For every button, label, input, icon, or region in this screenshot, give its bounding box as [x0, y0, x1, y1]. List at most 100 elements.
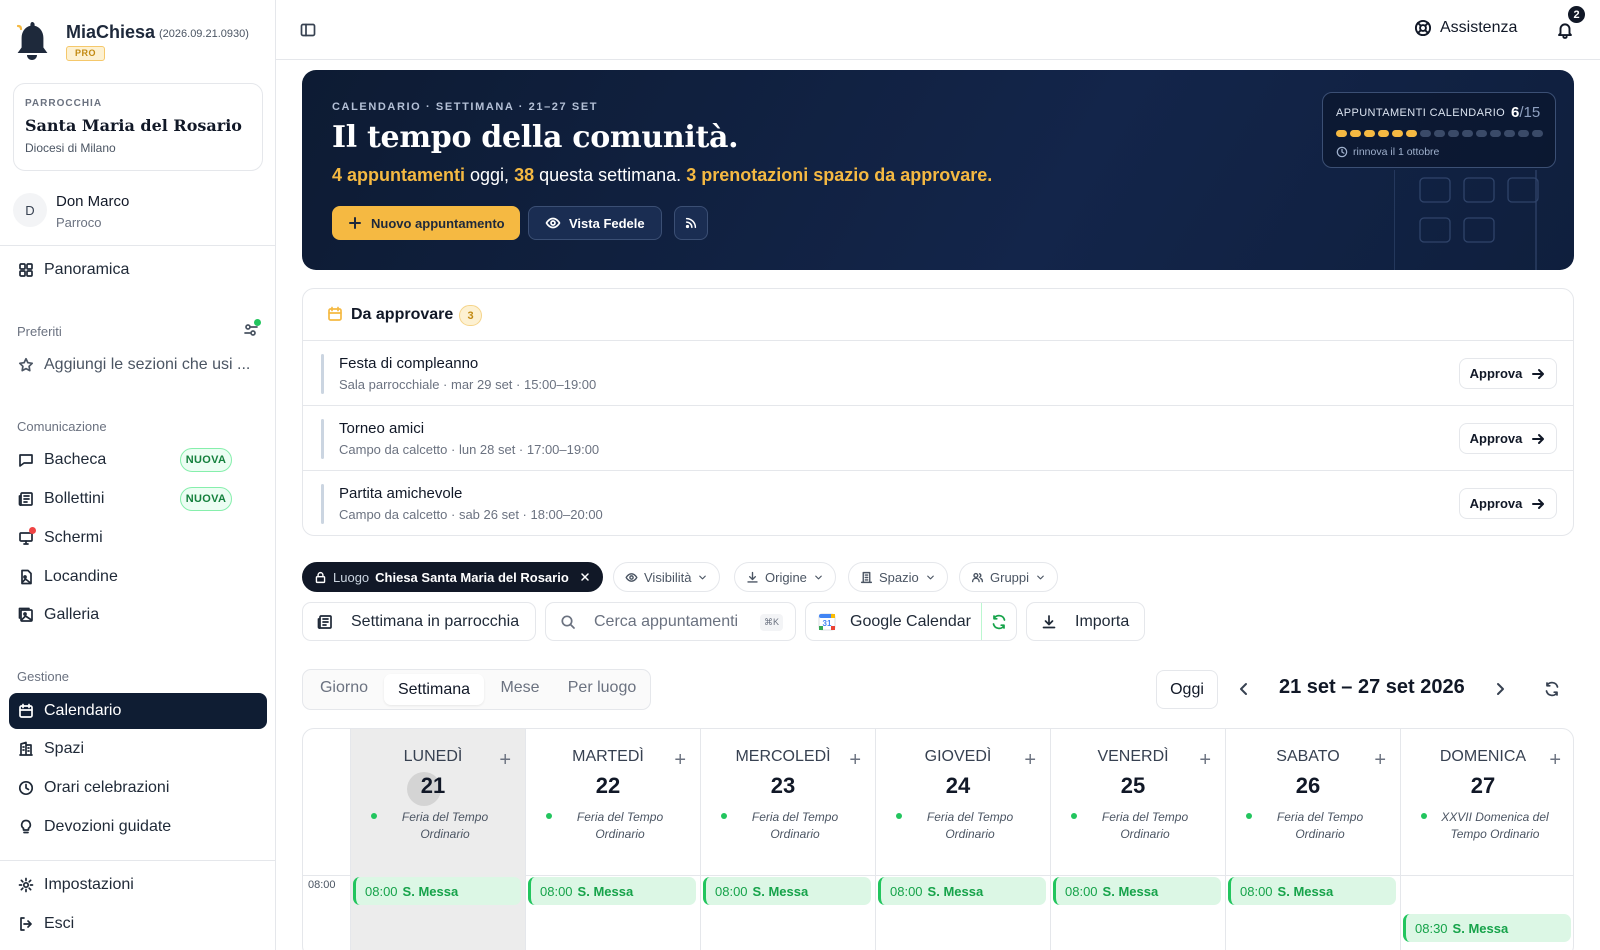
close-icon[interactable] [579, 571, 591, 583]
tab-settimana[interactable]: Settimana [384, 674, 484, 705]
approval-detail: Campo da calcetto · lun 28 set · 17:00–1… [339, 442, 600, 457]
day-column[interactable]: MARTEDÌ 22 + Feria del Tempo Ordinario [525, 729, 700, 950]
clock-icon [18, 780, 34, 796]
rss-button[interactable] [674, 206, 708, 240]
groups-filter-chip[interactable]: Gruppi [959, 562, 1059, 592]
building-icon [860, 571, 873, 584]
sidebar-item-label: Bacheca [44, 451, 107, 468]
approvals-count-badge: 3 [459, 305, 482, 326]
google-calendar-button[interactable]: 31 Google Calendar [805, 602, 1017, 641]
button-label: Approva [1469, 496, 1523, 511]
origin-filter-chip[interactable]: Origine [734, 562, 836, 592]
hero-summary: 4 appuntamenti oggi, 38 questa settimana… [332, 165, 992, 186]
grid-icon [18, 262, 34, 278]
approval-row[interactable]: Torneo amici Campo da calcetto · lun 28 … [303, 405, 1573, 470]
add-event-button[interactable]: + [1549, 749, 1561, 772]
button-label: Settimana in parrocchia [351, 612, 520, 630]
tab-mese[interactable]: Mese [489, 679, 551, 697]
parish-card[interactable]: PARROCCHIA Santa Maria del Rosario Dioce… [13, 83, 263, 171]
quota-label: APPUNTAMENTI CALENDARIO [1336, 107, 1506, 119]
button-label: Approva [1469, 366, 1523, 381]
topbar: Assistenza 2 [276, 0, 1600, 60]
calendar-event[interactable]: 08:00 S. Messa [528, 877, 696, 905]
message-square-icon [18, 452, 34, 468]
tab-per-luogo[interactable]: Per luogo [559, 679, 645, 697]
liturgical-day: Feria del Tempo Ordinario [1276, 810, 1364, 841]
week-count: 38 [514, 165, 535, 185]
calendar-event[interactable]: 08:00 S. Messa [1228, 877, 1396, 905]
add-event-button[interactable]: + [1374, 749, 1386, 772]
sidebar-item-orari[interactable]: Orari celebrazioni [9, 770, 267, 806]
hero-title: Il tempo della comunità. [332, 120, 739, 155]
calendar-event[interactable]: 08:30 S. Messa [1403, 914, 1571, 942]
day-column[interactable]: GIOVEDÌ 24 + Feria del Tempo Ordinario [875, 729, 1050, 950]
day-number: 22 [595, 773, 621, 798]
clock-icon [1336, 146, 1348, 158]
today-button[interactable]: Oggi [1156, 670, 1218, 709]
sidebar-item-label: Calendario [44, 702, 122, 719]
sync-icon[interactable] [991, 614, 1007, 630]
sidebar-item-schermi[interactable]: Schermi [9, 520, 267, 556]
hour-label: 08:00 [308, 879, 336, 891]
add-event-button[interactable]: + [1199, 749, 1211, 772]
search-input[interactable]: Cerca appuntamenti ⌘K [545, 602, 796, 641]
sidebar-item-esci[interactable]: Esci [9, 906, 267, 942]
arrow-right-icon [1530, 366, 1546, 382]
sidebar-item-galleria[interactable]: Galleria [9, 597, 267, 633]
tab-giorno[interactable]: Giorno [311, 679, 377, 697]
help-button[interactable]: Assistenza [1414, 19, 1517, 37]
calendar-event[interactable]: 08:00 S. Messa [878, 877, 1046, 905]
sidebar-item-devozioni[interactable]: Devozioni guidate [9, 809, 267, 845]
approve-button[interactable]: Approva [1459, 423, 1557, 454]
chevron-left-icon[interactable] [1236, 681, 1252, 697]
quota-card[interactable]: APPUNTAMENTI CALENDARIO 6/15 rinnova il … [1322, 92, 1556, 168]
approval-row[interactable]: Festa di compleanno Sala parrocchiale · … [303, 340, 1573, 405]
sidebar-item-impostazioni[interactable]: Impostazioni [9, 867, 267, 903]
add-event-button[interactable]: + [849, 749, 861, 772]
day-column[interactable]: LUNEDÌ 21 + Feria del Tempo Ordinario [350, 729, 525, 950]
add-favorites-item[interactable]: Aggiungi le sezioni che usi ... [9, 347, 267, 383]
row-accent [321, 354, 324, 394]
faithful-view-button[interactable]: Vista Fedele [528, 206, 662, 240]
add-event-button[interactable]: + [1024, 749, 1036, 772]
sidebar-toggle-icon[interactable] [300, 22, 316, 38]
download-icon [746, 571, 759, 584]
liturgical-dot [1246, 813, 1252, 819]
parish-diocese: Diocesi di Milano [25, 141, 116, 155]
add-event-button[interactable]: + [674, 749, 686, 772]
calendar-event[interactable]: 08:00 S. Messa [353, 877, 521, 905]
day-name: DOMENICA [1439, 748, 1527, 765]
space-filter-chip[interactable]: Spazio [848, 562, 948, 592]
approve-button[interactable]: Approva [1459, 358, 1557, 389]
calendar-event[interactable]: 08:00 S. Messa [703, 877, 871, 905]
day-column[interactable]: VENERDÌ 25 + Feria del Tempo Ordinario [1050, 729, 1225, 950]
chip-value: Chiesa Santa Maria del Rosario [375, 569, 569, 585]
sidebar-item-panoramica[interactable]: Panoramica [9, 252, 267, 288]
refresh-icon[interactable] [1544, 681, 1560, 697]
quota-total: /15 [1519, 104, 1541, 121]
import-button[interactable]: Importa [1026, 602, 1145, 641]
approve-button[interactable]: Approva [1459, 488, 1557, 519]
calendar-event[interactable]: 08:00 S. Messa [1053, 877, 1221, 905]
avatar[interactable]: D [13, 193, 47, 227]
add-event-button[interactable]: + [499, 749, 511, 772]
week-in-parish-button[interactable]: Settimana in parrocchia [302, 602, 536, 641]
chevron-right-icon[interactable] [1492, 681, 1508, 697]
day-column[interactable]: SABATO 26 + Feria del Tempo Ordinario [1225, 729, 1400, 950]
place-filter-chip[interactable]: Luogo Chiesa Santa Maria del Rosario [302, 562, 603, 592]
lifebuoy-icon [1414, 19, 1432, 37]
new-appointment-button[interactable]: Nuovo appuntamento [332, 206, 520, 240]
sidebar-item-locandine[interactable]: Locandine [9, 559, 267, 595]
google-calendar-icon: 31 [818, 613, 836, 631]
favorites-settings-icon[interactable] [243, 319, 261, 338]
sidebar-item-calendario[interactable]: Calendario [9, 693, 267, 729]
day-column[interactable]: MERCOLEDÌ 23 + Feria del Tempo Ordinario [700, 729, 875, 950]
approval-row[interactable]: Partita amichevole Campo da calcetto · s… [303, 470, 1573, 535]
event-title: S. Messa [577, 883, 634, 899]
button-label: Importa [1075, 612, 1130, 630]
sidebar-item-spazi[interactable]: Spazi [9, 731, 267, 767]
visibility-filter-chip[interactable]: Visibilità [613, 562, 721, 592]
event-time: 08:00 [890, 883, 923, 899]
approval-title: Festa di compleanno [339, 355, 479, 372]
help-label: Assistenza [1440, 19, 1518, 36]
